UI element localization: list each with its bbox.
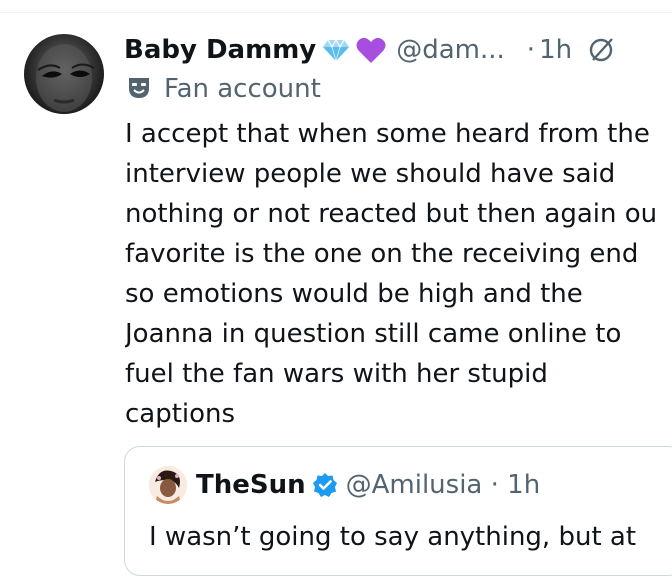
quoted-tweet-header: TheSun @Amilusia · 1h bbox=[149, 465, 540, 505]
tweet-text-line: Joanna in question still came online to bbox=[125, 319, 622, 349]
top-divider bbox=[0, 12, 672, 13]
tweet-text-line: favorite is the one on the receiving end bbox=[125, 239, 639, 269]
separator-dot: · bbox=[526, 35, 536, 65]
no-entry-icon[interactable] bbox=[586, 35, 616, 65]
tweet-text-line: fuel the fan wars with her stupid bbox=[125, 359, 548, 389]
tweet-text-line: so emotions would be high and the bbox=[125, 279, 583, 309]
theater-masks-icon bbox=[126, 74, 152, 104]
tweet-text: I accept that when some heard from the i… bbox=[125, 114, 672, 434]
author-handle[interactable]: @dam... bbox=[396, 35, 505, 65]
quoted-tweet-card[interactable]: TheSun @Amilusia · 1h I wasn’t going to … bbox=[124, 446, 672, 576]
author-name[interactable]: Baby Dammy bbox=[124, 35, 316, 65]
tweet-text-line: nothing or not reacted but then again ou bbox=[125, 199, 658, 229]
purple-heart-emoji bbox=[356, 36, 386, 64]
tweet-text-line: captions bbox=[125, 399, 236, 429]
avatar[interactable] bbox=[24, 34, 104, 114]
tweet-text-line: I accept that when some heard from the bbox=[125, 119, 650, 149]
quoted-author-handle[interactable]: @Amilusia · 1h bbox=[346, 470, 541, 500]
quoted-tweet-text: I wasn’t going to say anything, but at bbox=[149, 522, 637, 552]
gem-emoji bbox=[322, 38, 350, 62]
avatar-image bbox=[36, 44, 95, 112]
quoted-author-avatar[interactable] bbox=[149, 466, 187, 504]
verified-badge-icon bbox=[312, 472, 338, 498]
account-label-row: Fan account bbox=[126, 72, 321, 106]
tweet-header: Baby Dammy @dam... · 1h bbox=[124, 28, 616, 72]
fan-account-label: Fan account bbox=[164, 74, 321, 104]
quoted-author-name[interactable]: TheSun bbox=[196, 470, 306, 500]
tweet-text-line: interview people we should have said bbox=[125, 159, 616, 189]
timestamp[interactable]: 1h bbox=[539, 35, 572, 65]
